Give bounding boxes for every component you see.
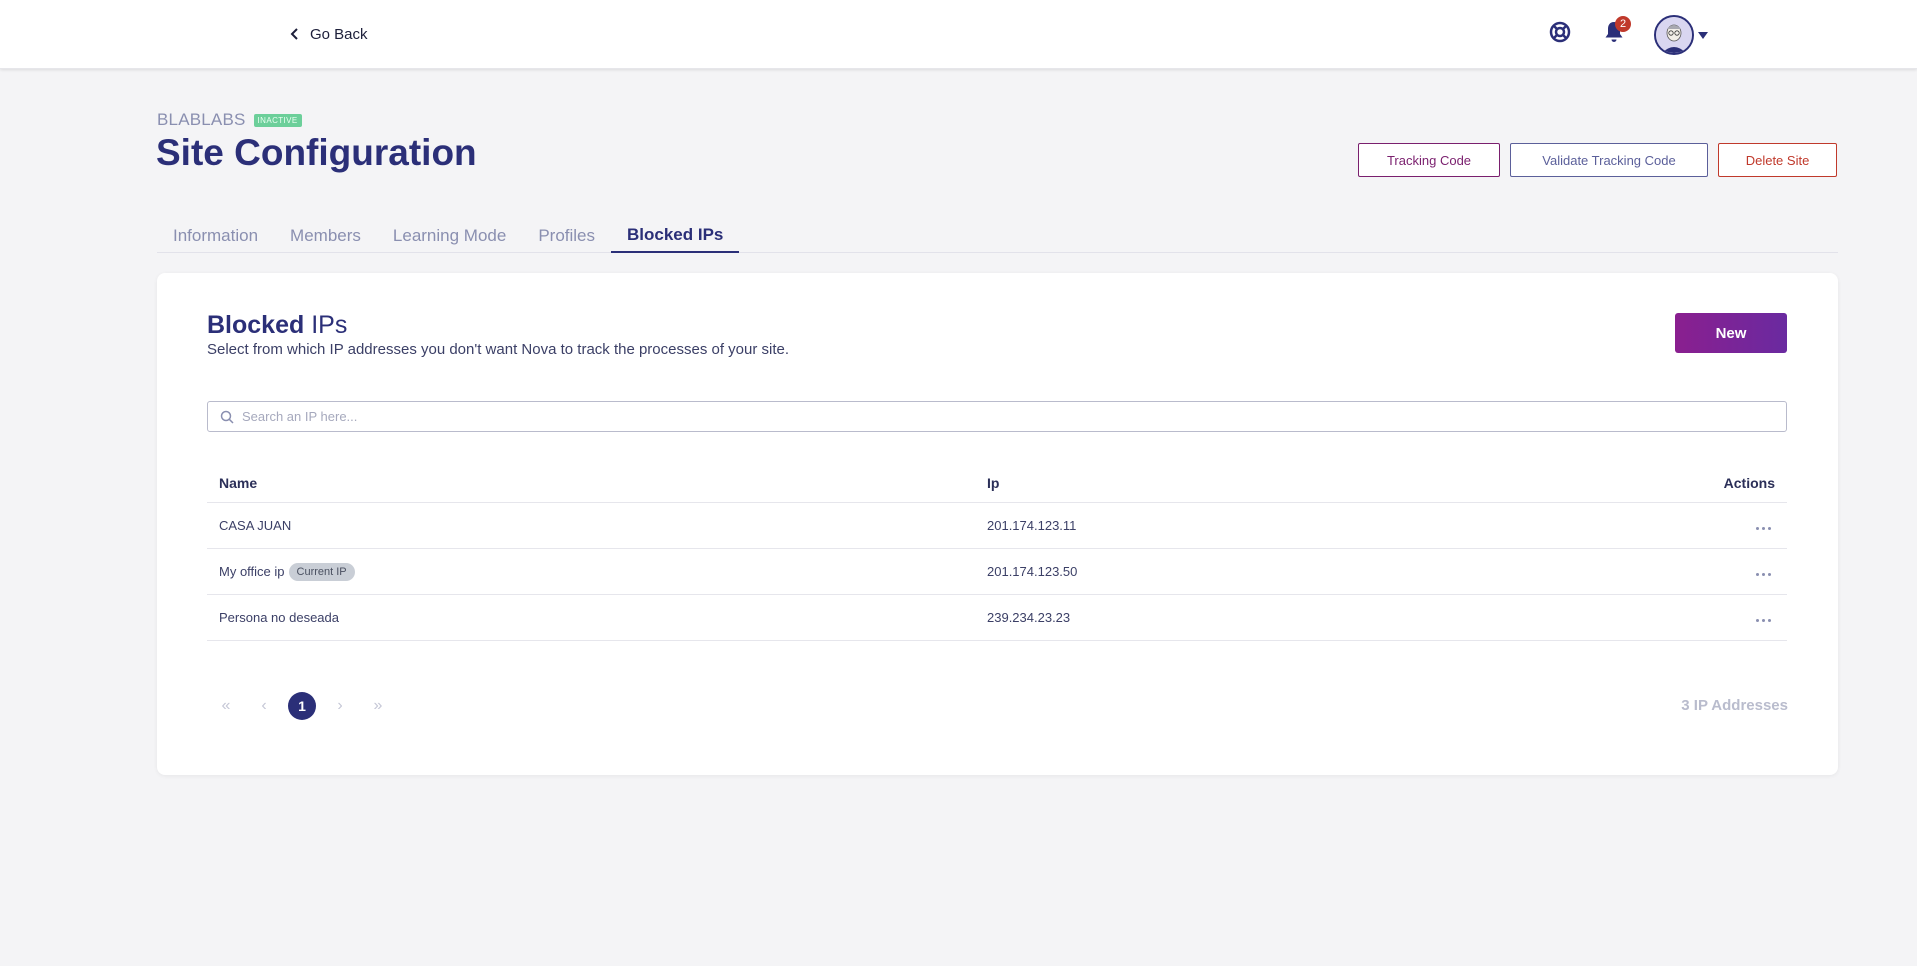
ip-count-label: 3 IP Addresses xyxy=(1681,697,1788,714)
lifebuoy-icon[interactable] xyxy=(1548,20,1572,44)
row-name-cell: CASA JUAN xyxy=(207,518,987,533)
card-title-bold: Blocked xyxy=(207,311,305,339)
site-header: BLABLABS INACTIVE xyxy=(157,110,302,130)
row-ip: 201.174.123.11 xyxy=(987,518,1077,533)
header-actions: Tracking Code Validate Tracking Code Del… xyxy=(1358,143,1837,177)
user-avatar-icon xyxy=(1656,17,1692,53)
column-header-ip[interactable]: Ip xyxy=(987,475,1687,491)
table-header: Name Ip Actions xyxy=(207,463,1787,503)
validate-tracking-code-button[interactable]: Validate Tracking Code xyxy=(1510,143,1708,177)
tracking-code-button[interactable]: Tracking Code xyxy=(1358,143,1500,177)
column-header-name[interactable]: Name xyxy=(207,475,987,491)
tab-blocked-ips[interactable]: Blocked IPs xyxy=(611,219,740,253)
column-header-actions: Actions xyxy=(1723,474,1775,491)
more-horizontal-icon[interactable] xyxy=(1752,569,1775,580)
row-name-cell: Persona no deseada xyxy=(207,610,987,625)
go-back-label: Go Back xyxy=(310,25,368,43)
row-actions-cell xyxy=(1687,610,1787,626)
go-back-button[interactable]: Go Back xyxy=(288,22,368,46)
last-page-button[interactable]: » xyxy=(359,691,397,721)
table-row: My office ip Current IP 201.174.123.50 xyxy=(207,549,1787,595)
current-ip-badge: Current IP xyxy=(288,562,355,581)
next-page-button[interactable]: › xyxy=(321,691,359,721)
user-menu[interactable] xyxy=(1654,15,1714,55)
tab-members[interactable]: Members xyxy=(274,219,377,253)
tab-bar: Information Members Learning Mode Profil… xyxy=(157,219,1838,253)
tab-information[interactable]: Information xyxy=(157,219,274,253)
row-name: My office ip xyxy=(219,564,285,579)
more-horizontal-icon[interactable] xyxy=(1752,615,1775,626)
top-bar: Go Back 2 xyxy=(0,0,1917,69)
card-title-light: IPs xyxy=(311,311,348,339)
blocked-ips-card: Blocked IPs Select from which IP address… xyxy=(157,273,1838,775)
row-actions-cell xyxy=(1687,564,1787,580)
row-name: CASA JUAN xyxy=(219,518,292,533)
new-blocked-ip-button[interactable]: New xyxy=(1675,313,1787,353)
table-row: CASA JUAN 201.174.123.11 xyxy=(207,503,1787,549)
current-page-number: 1 xyxy=(288,692,316,720)
search-bar xyxy=(207,401,1787,432)
previous-page-button[interactable]: ‹ xyxy=(245,691,283,721)
first-page-button[interactable]: « xyxy=(207,691,245,721)
tab-profiles[interactable]: Profiles xyxy=(522,219,611,253)
row-ip: 239.234.23.23 xyxy=(987,610,1071,625)
site-name: BLABLABS xyxy=(157,110,246,129)
card-title: Blocked IPs xyxy=(207,311,347,340)
notifications-button[interactable]: 2 xyxy=(1603,16,1631,46)
notification-count-badge: 2 xyxy=(1615,16,1631,32)
card-subtitle: Select from which IP addresses you don't… xyxy=(207,341,790,358)
search-icon xyxy=(220,410,234,424)
page-title: Site Configuration xyxy=(156,132,477,173)
pagination: « ‹ 1 › » xyxy=(207,691,397,721)
row-name-cell: My office ip Current IP xyxy=(207,562,987,581)
row-name: Persona no deseada xyxy=(219,610,339,625)
avatar xyxy=(1654,15,1694,55)
status-badge: INACTIVE xyxy=(253,113,302,127)
chevron-left-icon xyxy=(290,28,298,40)
more-horizontal-icon[interactable] xyxy=(1752,523,1775,534)
page-button-current[interactable]: 1 xyxy=(283,691,321,721)
delete-site-button[interactable]: Delete Site xyxy=(1718,143,1837,177)
search-input[interactable] xyxy=(242,409,1742,424)
row-actions-cell xyxy=(1687,518,1787,534)
row-ip: 201.174.123.50 xyxy=(987,564,1078,579)
blocked-ips-table: Name Ip Actions CASA JUAN 201.174.123.11… xyxy=(207,463,1787,641)
table-row: Persona no deseada 239.234.23.23 xyxy=(207,595,1787,641)
chevron-down-icon xyxy=(1698,31,1708,39)
tab-learning-mode[interactable]: Learning Mode xyxy=(377,219,522,253)
